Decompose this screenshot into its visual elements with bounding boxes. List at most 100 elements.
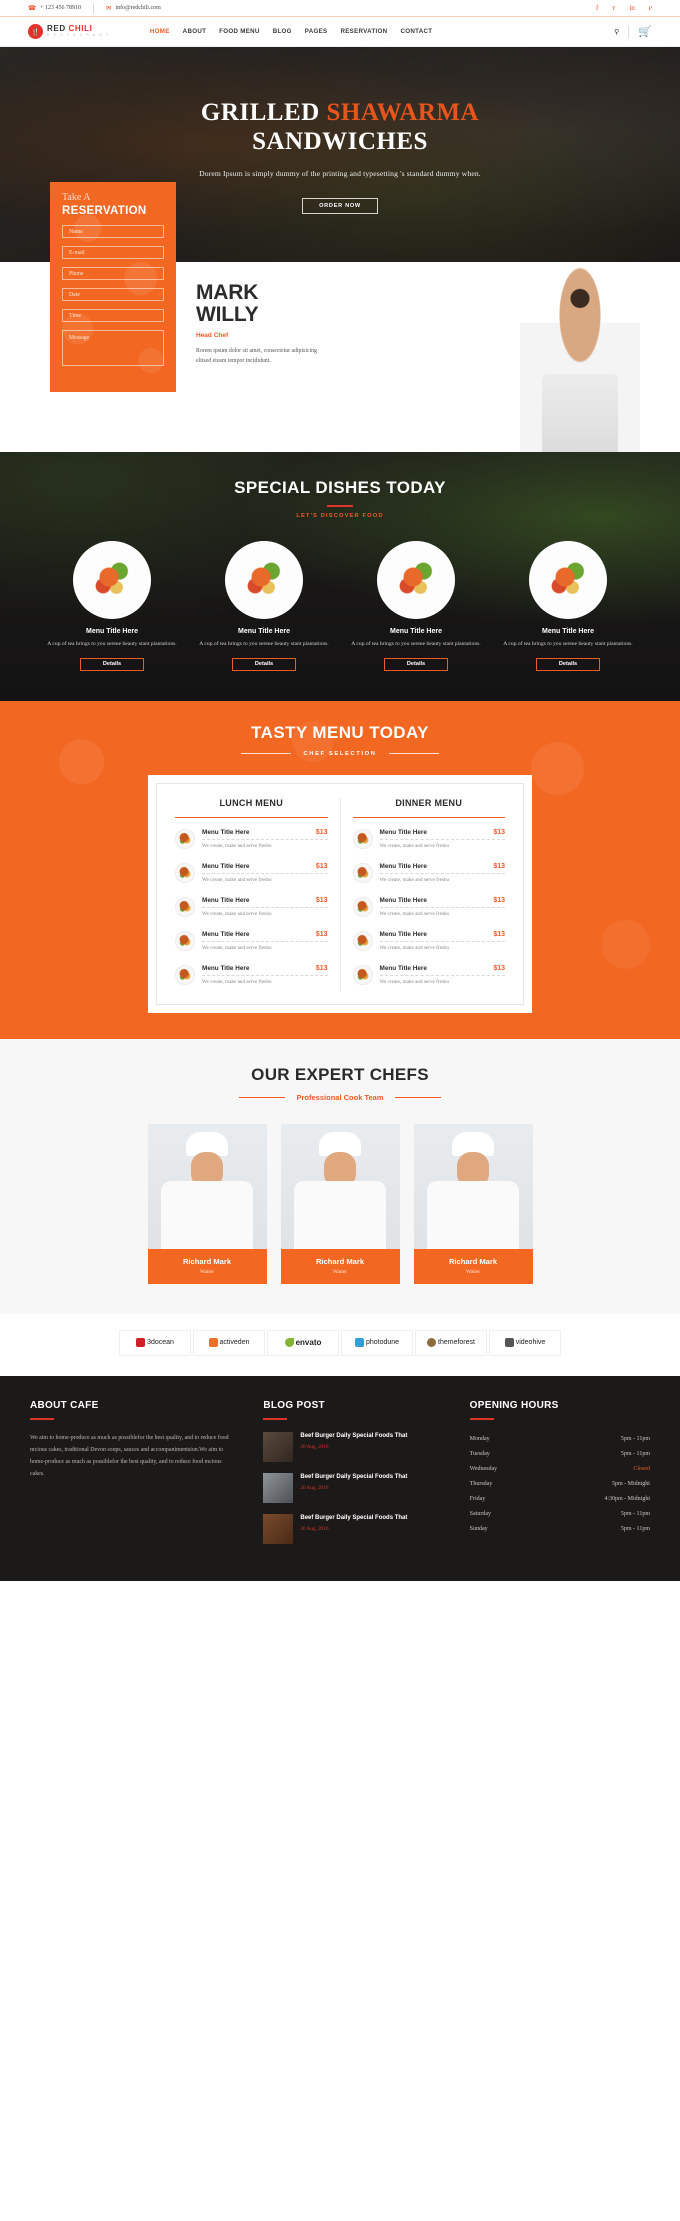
menu-heading-rule (352, 816, 505, 818)
blog-post-item[interactable]: Beef Burger Daily Special Foods That 20 … (263, 1513, 443, 1544)
phone-field[interactable] (62, 267, 164, 280)
menu-item-description: We create, make and serve fresho (202, 978, 272, 985)
nav-menu: HOME ABOUT FOOD MENU BLOG PAGES RESERVAT… (150, 28, 432, 35)
envelope-icon: ✉ (106, 5, 112, 12)
menu-item-name: Menu Title Here (202, 896, 250, 904)
menu-item-description: We create, make and serve fresho (379, 978, 450, 985)
chef-coat (161, 1180, 253, 1249)
blog-post-thumbnail (263, 1431, 294, 1462)
dish-description: A cup of tea brings to you serene beauty… (503, 641, 633, 647)
head-chef-lastname: WILLY (196, 303, 259, 327)
dinner-menu-column: DINNER MENU Menu Title Here $13 We creat… (339, 797, 518, 992)
footer-about-column: ABOUT CAFE We aim to home-produce as muc… (30, 1400, 237, 1555)
search-icon[interactable]: ⚲ (614, 28, 619, 36)
menu-item-price: $13 (493, 896, 505, 904)
topbar-divider (93, 2, 94, 14)
dish-details-button[interactable]: Details (80, 657, 144, 671)
brand-logo-photodune[interactable]: photodune (341, 1329, 413, 1356)
3docean-icon (136, 1338, 146, 1348)
dish-image (531, 543, 605, 617)
time-field[interactable] (62, 309, 164, 322)
email-field[interactable] (62, 246, 164, 259)
menu-item[interactable]: Menu Title Here $13 We create, make and … (175, 958, 328, 992)
menu-item-price: $13 (315, 930, 328, 938)
chef-name: Richard Mark (315, 1256, 365, 1266)
blog-post-thumbnail (263, 1513, 294, 1544)
chef-coat (427, 1180, 519, 1249)
nav-item-about[interactable]: ABOUT (183, 28, 207, 35)
phone-contact[interactable]: ☎ + 123 456 78910 (28, 4, 81, 12)
chef-role: Waiter (332, 1268, 348, 1275)
hours-day: Friday (469, 1496, 486, 1503)
menu-item[interactable]: Menu Title Here $13 We create, make and … (175, 856, 328, 890)
site-logo[interactable]: 🍴 RED CHILI R E S T A U R A N T (28, 24, 110, 39)
activeden-icon (208, 1338, 218, 1348)
menu-item[interactable]: Menu Title Here $13 We create, make and … (175, 822, 328, 856)
brand-logo-3docean[interactable]: 3docean (119, 1329, 191, 1356)
blog-post-item[interactable]: Beef Burger Daily Special Foods That 20 … (263, 1472, 443, 1503)
opening-hours-title: OPENING HOURS (469, 1399, 559, 1411)
email-contact[interactable]: ✉ info@redchili.com (106, 4, 161, 12)
blog-post-date: 20 Aug, 2016 (300, 1485, 329, 1492)
blog-post-thumbnail (263, 1472, 294, 1503)
rule-left (240, 753, 291, 755)
menu-item-price: $13 (493, 964, 505, 972)
nav-item-reservation[interactable]: RESERVATION (340, 28, 387, 35)
brand-logo-envato[interactable]: envato (267, 1329, 339, 1356)
menu-item[interactable]: Menu Title Here $13 We create, make and … (352, 924, 505, 958)
hours-time: 5pm - 11pm (620, 1436, 650, 1443)
footer-hours-column: OPENING HOURS Monday 5pm - 11pm Tuesday … (469, 1399, 650, 1555)
twitter-icon[interactable]: ᴛ (612, 4, 615, 12)
main-navigation: 🍴 RED CHILI R E S T A U R A N T HOME ABO… (0, 17, 680, 47)
menu-item[interactable]: Menu Title Here $13 We create, make and … (352, 856, 505, 890)
menu-panel: LUNCH MENU Menu Title Here $13 We create… (148, 774, 532, 1013)
order-now-button[interactable]: ORDER NOW (302, 198, 378, 214)
nav-item-blog[interactable]: BLOG (273, 28, 292, 35)
dish-details-button[interactable]: Details (384, 657, 448, 671)
hours-time: Closed (633, 1466, 650, 1473)
chef-card[interactable]: Richard Mark Waiter (413, 1123, 533, 1284)
chef-grid: Richard Mark Waiter Richard Mark Waiter (0, 1123, 680, 1284)
hero-subtitle: Dorem Ipsum is simply dummy of the print… (199, 169, 481, 178)
menu-item[interactable]: Menu Title Here $13 We create, make and … (175, 890, 328, 924)
facebook-icon[interactable]: f (596, 4, 598, 12)
nav-item-food-menu[interactable]: FOOD MENU (219, 28, 260, 35)
date-field[interactable] (62, 288, 164, 301)
nav-item-contact[interactable]: CONTACT (400, 28, 432, 35)
dish-details-button[interactable]: Details (536, 657, 600, 671)
menu-item-description: We create, make and serve fresho (379, 876, 450, 883)
message-field[interactable] (62, 330, 164, 366)
menu-item-image (352, 896, 373, 917)
menu-item-name: Menu Title Here (379, 964, 427, 972)
menu-item-price: $13 (315, 896, 328, 904)
hours-row: Friday 4:30pm - Midnight (470, 1492, 650, 1507)
menu-item[interactable]: Menu Title Here $13 We create, make and … (352, 890, 505, 924)
reservation-chef-section: Take A RESERVATION MARK WILLY Head Chef … (0, 182, 680, 452)
hours-row: Tuesday 5pm - 11pm (470, 1447, 650, 1462)
hours-day: Thursday (469, 1481, 493, 1488)
brand-logo-themeforest[interactable]: themeforest (415, 1329, 487, 1356)
brand-logo-activeden[interactable]: activeden (193, 1329, 265, 1356)
hours-row: Thursday 5pm - Midnight (470, 1477, 650, 1492)
nav-item-pages[interactable]: PAGES (305, 28, 328, 35)
menu-item[interactable]: Menu Title Here $13 We create, make and … (175, 924, 328, 958)
shopping-cart-icon[interactable]: 🛒 (638, 25, 652, 38)
dish-details-button[interactable]: Details (232, 657, 296, 671)
pinterest-icon[interactable]: ᴘ (649, 4, 652, 12)
dotted-rule (202, 838, 328, 840)
nav-item-home[interactable]: HOME (150, 28, 170, 35)
menu-item[interactable]: Menu Title Here $13 We create, make and … (352, 958, 505, 992)
chef-card[interactable]: Richard Mark Waiter (147, 1123, 267, 1284)
menu-item-price: $13 (493, 862, 505, 870)
hours-day: Wednesday (469, 1466, 498, 1473)
name-field[interactable] (62, 225, 164, 238)
chef-card[interactable]: Richard Mark Waiter (280, 1123, 400, 1284)
chef-role: Waiter (465, 1268, 481, 1275)
blog-post-headline: Beef Burger Daily Special Foods That (300, 1432, 408, 1439)
linkedin-icon[interactable]: in (629, 4, 634, 12)
blog-post-item[interactable]: Beef Burger Daily Special Foods That 20 … (263, 1431, 443, 1462)
menu-item[interactable]: Menu Title Here $13 We create, make and … (352, 822, 505, 856)
dish-description: A cup of tea brings to you serene beauty… (47, 641, 177, 647)
menu-item-name: Menu Title Here (202, 828, 250, 836)
brand-logo-videohive[interactable]: videohive (489, 1329, 561, 1356)
